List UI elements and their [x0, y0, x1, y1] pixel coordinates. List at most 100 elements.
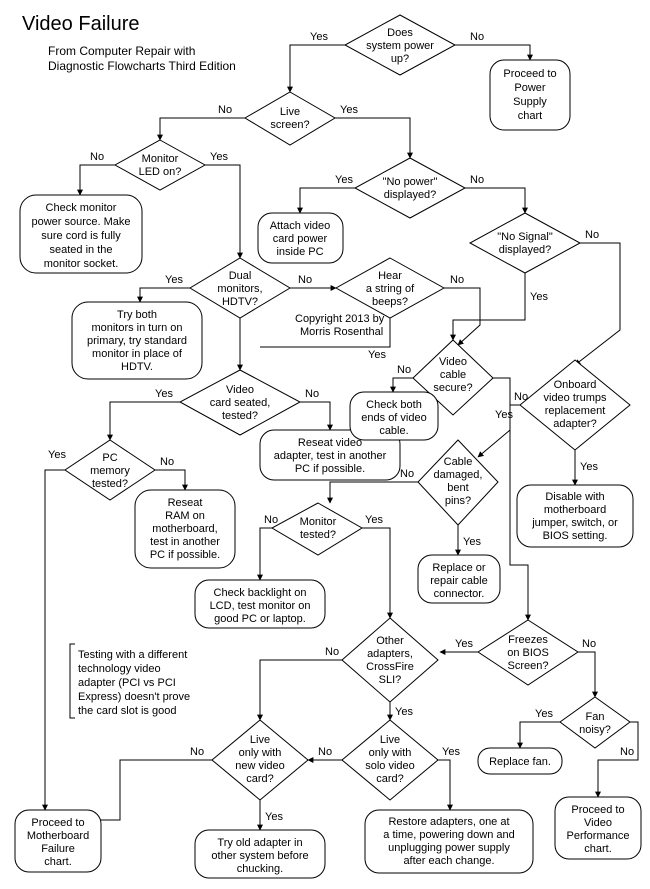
svg-text:No: No — [160, 456, 174, 468]
svg-text:Yes: Yes — [48, 449, 66, 461]
svg-text:unplugging power supply: unplugging power supply — [388, 842, 510, 854]
svg-text:Motherboard: Motherboard — [27, 830, 89, 842]
svg-text:video trumps: video trumps — [544, 392, 607, 404]
svg-text:jumper, switch, or: jumper, switch, or — [531, 517, 618, 529]
svg-text:Live: Live — [380, 734, 400, 746]
svg-text:Replace or: Replace or — [432, 562, 486, 574]
svg-text:Proceed to: Proceed to — [571, 804, 624, 816]
decision-other-adapters — [342, 618, 438, 702]
svg-text:No: No — [582, 638, 596, 650]
svg-text:displayed?: displayed? — [384, 189, 437, 201]
svg-text:Restore adapters, one at: Restore adapters, one at — [388, 816, 509, 828]
svg-text:chart.: chart. — [44, 856, 72, 868]
svg-text:No: No — [470, 174, 484, 186]
svg-text:adapter, test in another: adapter, test in another — [274, 450, 387, 462]
svg-text:PC if possible.: PC if possible. — [295, 463, 365, 475]
svg-text:Yes: Yes — [265, 811, 283, 823]
decision-monitor-led — [115, 140, 205, 190]
svg-text:Yes: Yes — [340, 104, 358, 116]
svg-text:Yes: Yes — [368, 349, 386, 361]
svg-text:Dual: Dual — [229, 270, 252, 282]
svg-text:Proceed to: Proceed to — [31, 817, 84, 829]
svg-text:Yes: Yes — [535, 708, 553, 720]
edge — [155, 470, 185, 490]
svg-text:Freezes: Freezes — [508, 634, 548, 646]
svg-text:Live: Live — [250, 734, 270, 746]
subtitle-l1: From Computer Repair with — [48, 44, 195, 58]
svg-text:Check backlight on: Check backlight on — [214, 587, 307, 599]
svg-text:PC if possible.: PC if possible. — [150, 549, 220, 561]
svg-text:No: No — [400, 468, 414, 480]
svg-text:new video: new video — [235, 760, 285, 772]
edge — [575, 243, 620, 365]
svg-text:monitors,: monitors, — [217, 283, 262, 295]
copyright-l1: Copyright 2013 by — [295, 313, 385, 325]
svg-text:power source. Make: power source. Make — [31, 216, 130, 228]
svg-text:Video: Video — [584, 817, 612, 829]
svg-text:No: No — [620, 746, 634, 758]
edge — [260, 660, 342, 720]
svg-text:Screen?: Screen? — [508, 660, 549, 672]
svg-text:No: No — [298, 274, 312, 286]
svg-text:ends of video: ends of video — [361, 412, 426, 424]
svg-text:No: No — [397, 364, 411, 376]
svg-text:repair cable: repair cable — [430, 575, 487, 587]
svg-text:No: No — [450, 274, 464, 286]
svg-text:Replace fan.: Replace fan. — [489, 756, 551, 768]
svg-text:Hear: Hear — [378, 270, 402, 282]
svg-text:replacement: replacement — [545, 405, 606, 417]
svg-text:No: No — [514, 391, 528, 403]
svg-text:Proceed to: Proceed to — [503, 68, 556, 80]
svg-text:Yes: Yes — [495, 409, 513, 421]
svg-text:monitor socket.: monitor socket. — [44, 258, 119, 270]
svg-text:Yes: Yes — [210, 151, 228, 163]
svg-text:"No power": "No power" — [383, 176, 438, 188]
svg-text:inside PC: inside PC — [276, 246, 323, 258]
svg-text:PC: PC — [102, 452, 117, 464]
svg-text:card?: card? — [376, 773, 404, 785]
svg-text:noisy?: noisy? — [579, 724, 611, 736]
edge — [444, 288, 480, 345]
svg-text:Yes: Yes — [395, 706, 413, 718]
svg-text:adapters,: adapters, — [367, 648, 413, 660]
svg-text:No: No — [90, 151, 104, 163]
svg-text:No: No — [264, 514, 278, 526]
svg-text:a time, powering down and: a time, powering down and — [383, 829, 514, 841]
svg-text:Yes: Yes — [580, 461, 598, 473]
svg-text:Try both: Try both — [117, 309, 157, 321]
subtitle-l2: Diagnostic Flowcharts Third Edition — [48, 59, 236, 73]
svg-text:a string of: a string of — [366, 283, 415, 295]
svg-text:Power: Power — [514, 82, 546, 94]
svg-text:"No Signal": "No Signal" — [497, 231, 553, 243]
svg-text:chucking.: chucking. — [237, 863, 283, 875]
svg-text:monitor in place of: monitor in place of — [92, 348, 183, 360]
svg-text:CrossFire: CrossFire — [366, 661, 414, 673]
note-l3: adapter (PCI vs PCI — [78, 677, 176, 689]
svg-text:No: No — [318, 746, 332, 758]
svg-text:cable: cable — [440, 369, 466, 381]
svg-text:Reseat: Reseat — [168, 497, 203, 509]
svg-text:No: No — [190, 746, 204, 758]
svg-text:connector.: connector. — [434, 588, 485, 600]
svg-text:tested?: tested? — [222, 410, 258, 422]
edge — [438, 760, 450, 810]
edge — [160, 118, 245, 140]
svg-text:memory: memory — [90, 465, 130, 477]
svg-text:Monitor: Monitor — [300, 516, 337, 528]
svg-text:No: No — [325, 646, 339, 658]
svg-text:cable.: cable. — [379, 425, 408, 437]
svg-text:bent: bent — [447, 482, 468, 494]
page-title: Video Failure — [22, 13, 139, 35]
svg-text:Attach video: Attach video — [270, 220, 331, 232]
svg-text:card power: card power — [273, 233, 328, 245]
svg-text:good PC or laptop.: good PC or laptop. — [214, 613, 306, 625]
note-l5: the card slot is good — [78, 705, 176, 717]
svg-text:Reseat video: Reseat video — [298, 437, 362, 449]
svg-text:chart: chart — [518, 110, 542, 122]
svg-text:HDTV?: HDTV? — [222, 296, 258, 308]
svg-text:pins?: pins? — [445, 495, 471, 507]
svg-text:seated in the: seated in the — [50, 244, 113, 256]
svg-text:chart.: chart. — [584, 843, 612, 855]
svg-text:Performance: Performance — [567, 830, 630, 842]
svg-text:on BIOS: on BIOS — [507, 647, 549, 659]
